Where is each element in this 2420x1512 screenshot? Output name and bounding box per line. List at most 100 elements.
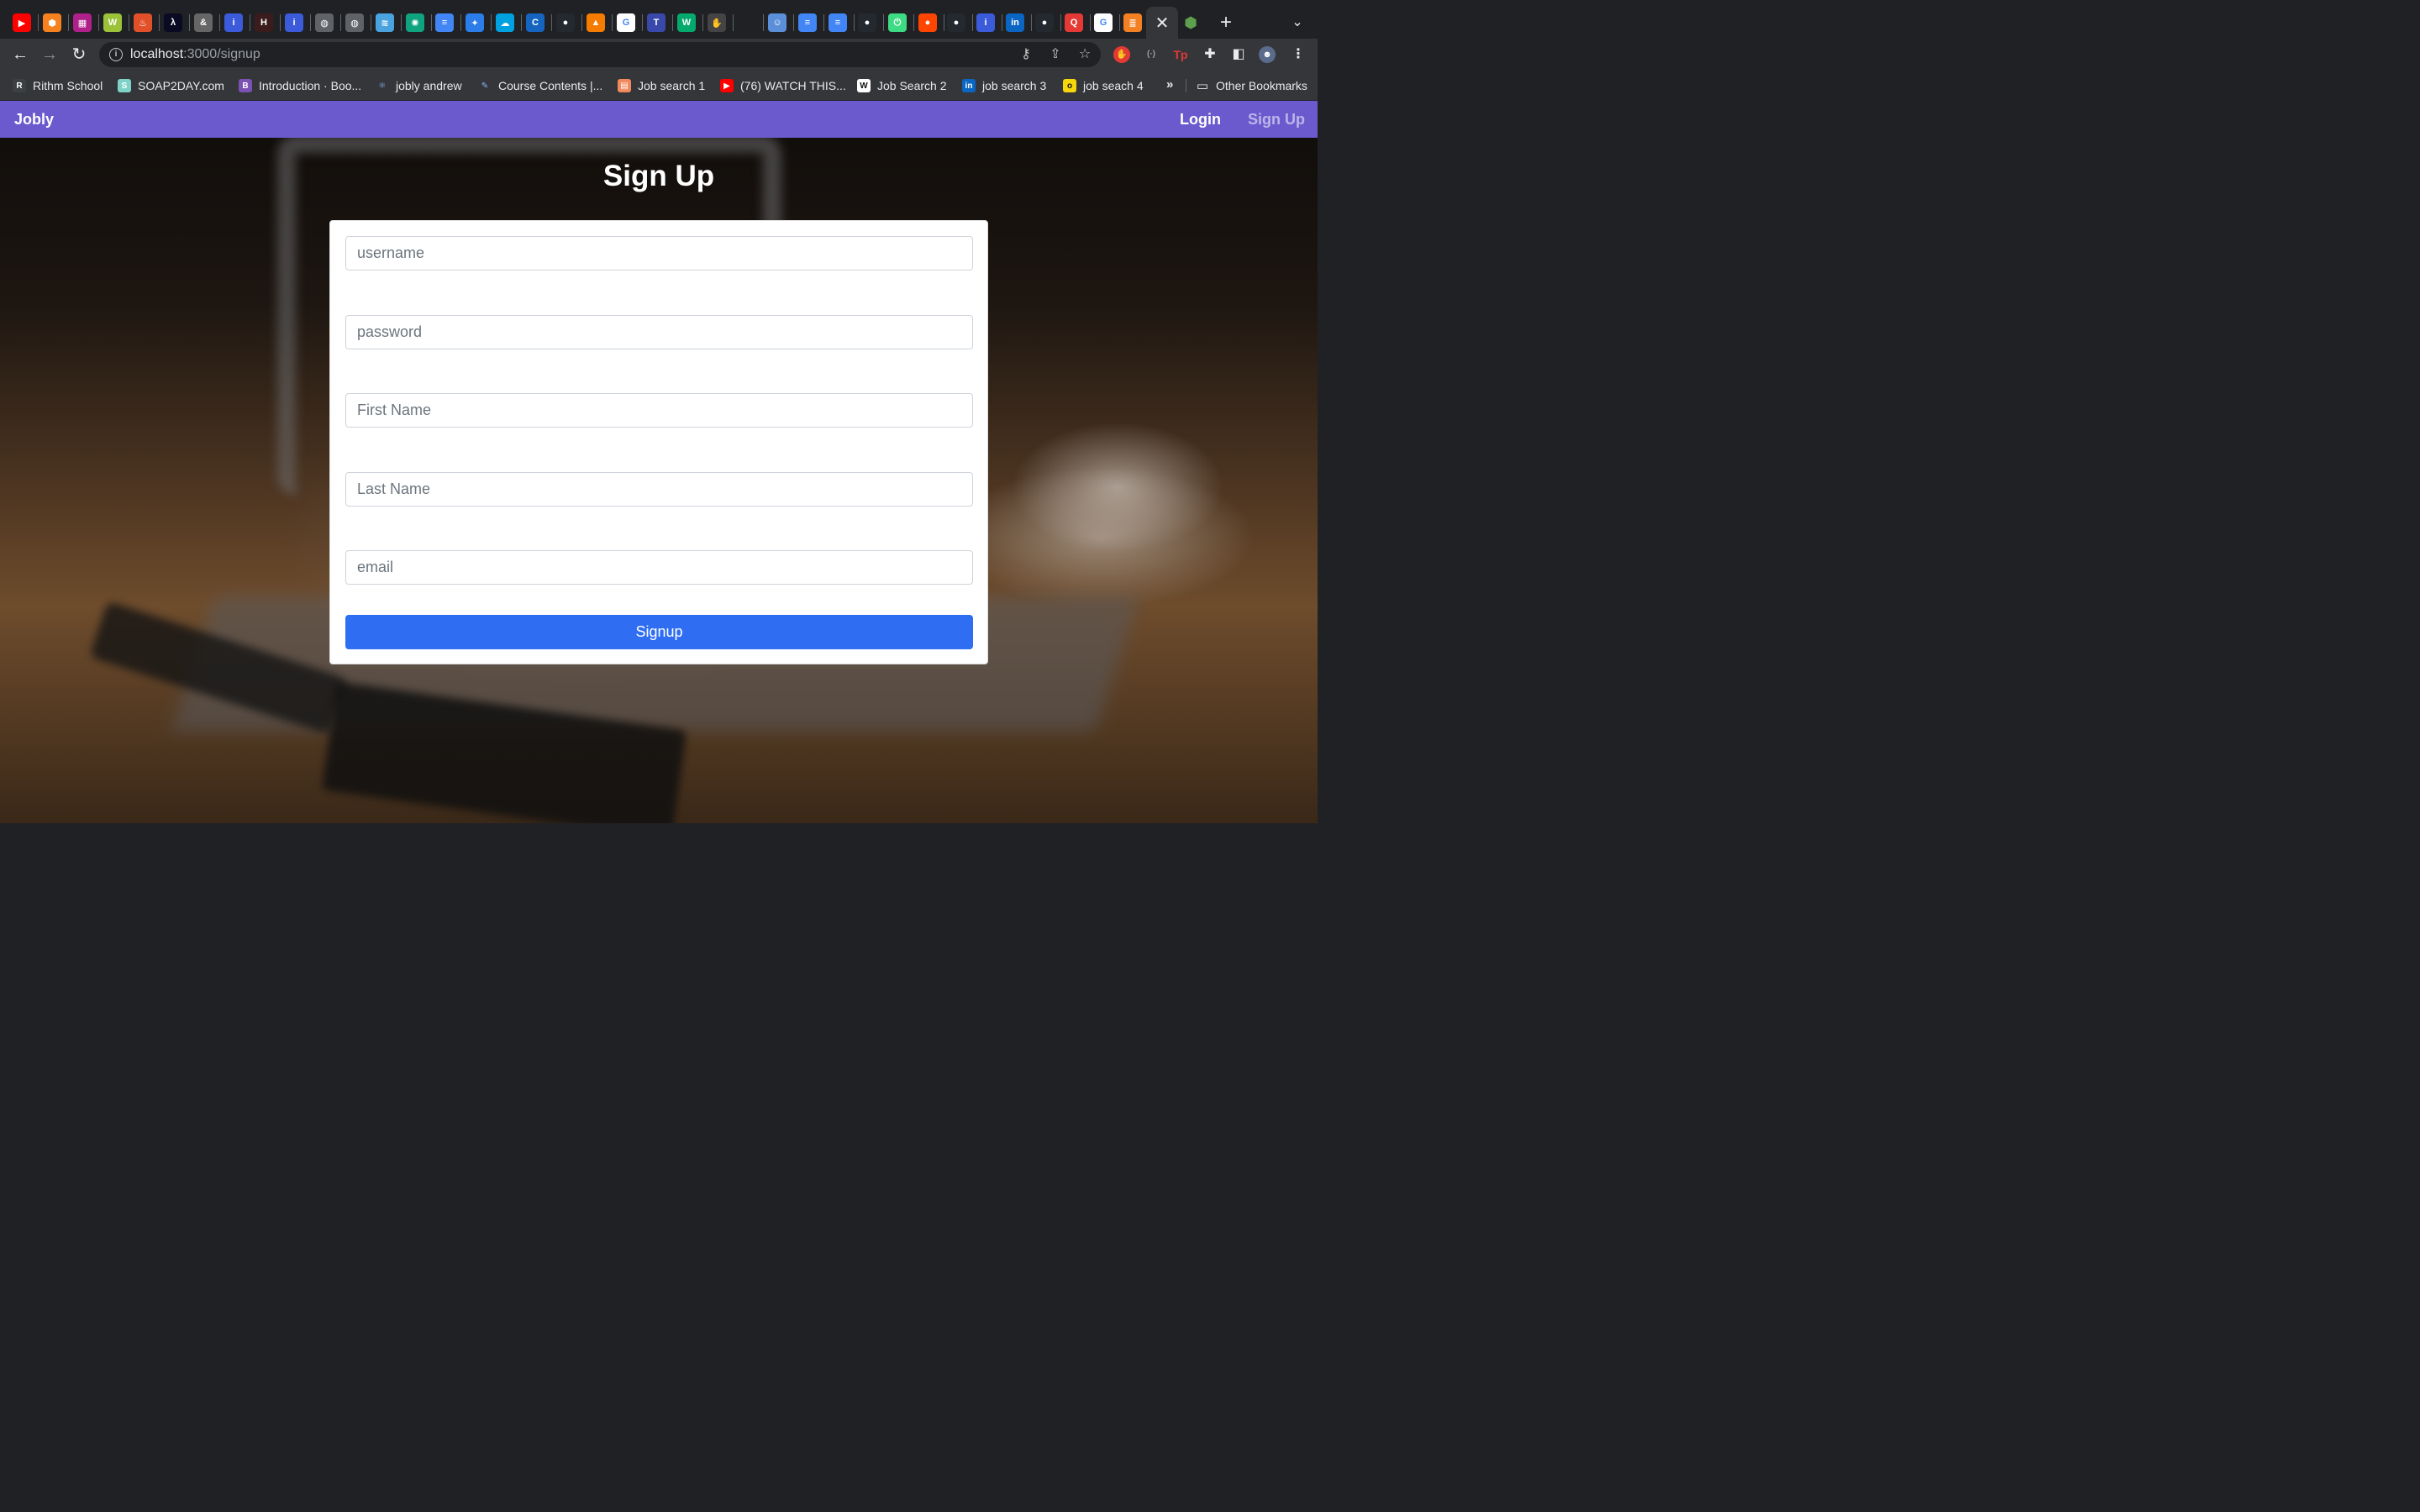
bookmarks-overflow-button[interactable]: » [1166,77,1173,92]
browser-tab-strip: ✕ + ⌄ ▶ ⬢ ▦ W ♨ λ & i Hi ◍ ◍ ≋ ✺ ≡ ✦ ☁ C ● ▲ G T W ✋ ☺ ≡ ≡ ● ⏻ ● ● i in… [0,0,1318,39]
info-i-icon[interactable]: i [285,13,303,32]
tab-separator [642,14,643,31]
github-icon[interactable]: ● [947,13,965,32]
blank-icon[interactable] [738,13,756,32]
tab-separator [763,14,764,31]
bookmark-item[interactable]: in job search 3 [962,77,1046,94]
signup-submit-button[interactable]: Signup [345,615,973,649]
green-power-icon[interactable]: ⏻ [888,13,907,32]
docs-icon[interactable]: ≡ [435,13,454,32]
extensions-puzzle-icon[interactable]: ✚ [1202,46,1218,63]
dark-h-icon[interactable]: H [255,13,273,32]
active-tab[interactable]: ✕ [1146,7,1178,39]
bookmark-label: (76) WATCH THIS... [740,79,846,92]
bookmark-label: Rithm School [33,79,103,92]
github-icon[interactable]: ● [1035,13,1054,32]
bookmark-item[interactable]: S SOAP2DAY.com [118,77,224,94]
github-icon[interactable]: ● [858,13,876,32]
bookmark-item[interactable]: B Introduction · Boo... [239,77,361,94]
bookmark-label: Introduction · Boo... [259,79,362,92]
other-bookmarks-folder[interactable]: ▭ Other Bookmarks [1196,77,1307,94]
tab-separator [219,14,220,31]
github-icon[interactable]: ● [556,13,575,32]
star-icon[interactable]: ☆ [1076,46,1093,63]
bookmark-item[interactable]: ▶ (76) WATCH THIS... [720,77,846,94]
cloud-icon[interactable]: ☁ [496,13,514,32]
docs-icon[interactable]: ≡ [829,13,847,32]
reload-button[interactable]: ↻ [69,45,89,66]
bookmark-item[interactable]: o job seach 4 [1063,77,1144,94]
bookmark-item[interactable]: ✎ Course Contents |... [478,77,602,94]
bookmark-label: SOAP2DAY.com [138,79,224,92]
address-url[interactable]: localhost:3000/signup [130,47,260,62]
browser-toolbar: ← → ↻ i localhost:3000/signup ⚷ ⇪ ☆ ✋ (·… [0,39,1318,71]
last-name-field[interactable] [345,472,973,507]
info-i-icon[interactable]: i [976,13,995,32]
brand-link[interactable]: Jobly [14,111,54,129]
stackoverflow-icon[interactable]: ≣ [1123,13,1142,32]
soap-icon: S [118,79,131,92]
first-name-field[interactable] [345,393,973,428]
new-tab-button[interactable]: + [1216,12,1236,34]
app-navbar: Jobly Login Sign Up [0,101,1318,138]
google-icon[interactable]: G [617,13,635,32]
browser-menu-icon[interactable]: ⋮ [1290,46,1307,63]
bookmark-label: Course Contents |... [498,79,603,92]
key-icon[interactable]: ⚷ [1018,46,1034,63]
share-icon[interactable]: ⇪ [1047,46,1064,63]
close-icon[interactable]: ✕ [1155,13,1170,34]
tab-search-chevron-icon[interactable]: ⌄ [1289,13,1306,32]
wh-icon[interactable]: W [103,13,122,32]
bookmark-item[interactable]: ⚛ jobly andrew [376,77,462,94]
username-field[interactable] [345,236,973,270]
info-i-icon[interactable]: i [224,13,243,32]
red-q-icon[interactable]: Q [1065,13,1083,32]
bookmark-item[interactable]: ▤ Job search 1 [618,77,705,94]
tab-separator [280,14,281,31]
cpuc-icon[interactable]: C [526,13,544,32]
profile-avatar[interactable]: ☻ [1259,46,1276,63]
docs-icon[interactable]: ≡ [798,13,817,32]
bookmark-item[interactable]: R Rithm School [13,77,103,94]
login-link[interactable]: Login [1180,111,1221,129]
tp-extension-icon[interactable]: Tp [1172,46,1189,63]
globe-icon[interactable]: ◍ [315,13,334,32]
cookie-extension-icon[interactable]: (·) [1143,46,1160,63]
side-panel-icon[interactable]: ◧ [1230,46,1247,63]
reddit-icon[interactable]: ● [918,13,937,32]
address-bar[interactable]: i localhost:3000/signup ⚷ ⇪ ☆ [99,42,1101,67]
linkedin-icon: in [962,79,976,92]
triangle-icon[interactable]: ▲ [587,13,605,32]
compass-icon[interactable]: ✦ [466,13,484,32]
address-host: localhost [130,47,184,61]
avatar-icon[interactable]: ☺ [768,13,786,32]
linkedin-icon[interactable]: in [1006,13,1024,32]
nodejs-icon[interactable]: ⬢ [1181,13,1200,32]
layers-icon[interactable]: ≋ [376,13,394,32]
ublock-icon[interactable]: ✋ [1113,46,1130,63]
bookmark-item[interactable]: W Job Search 2 [857,77,947,94]
flame-icon[interactable]: ♨ [134,13,152,32]
w3-icon[interactable]: W [677,13,696,32]
password-field[interactable] [345,315,973,349]
openai-icon[interactable]: ✺ [406,13,424,32]
tab-separator [38,14,39,31]
grid-icon[interactable]: ▦ [73,13,92,32]
tab-separator [702,14,703,31]
hand-icon[interactable]: ✋ [708,13,726,32]
site-info-icon[interactable]: i [109,48,123,61]
forward-button[interactable]: → [39,45,60,66]
page-title: Sign Up [602,160,715,192]
youtube-icon[interactable]: ▶ [13,13,31,32]
code-tag-icon[interactable]: T [647,13,666,32]
other-bookmarks-label: Other Bookmarks [1216,79,1307,92]
email-field[interactable] [345,550,973,585]
ampersand-icon[interactable]: & [194,13,213,32]
box-icon[interactable]: ⬢ [43,13,61,32]
globe-icon[interactable]: ◍ [345,13,364,32]
back-button[interactable]: ← [10,45,30,66]
signup-link[interactable]: Sign Up [1248,111,1305,129]
google-icon[interactable]: G [1094,13,1113,32]
fcc-icon[interactable]: λ [164,13,182,32]
bootstrap-icon: B [239,79,252,92]
